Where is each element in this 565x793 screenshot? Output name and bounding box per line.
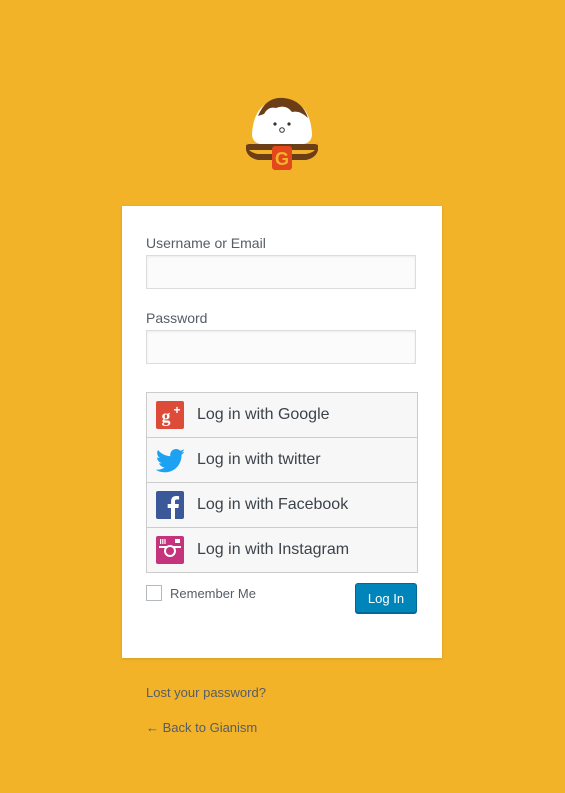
google-login-label: Log in with Google — [197, 406, 330, 423]
login-form-card: Username or Email Password g + Log in wi… — [122, 206, 442, 658]
svg-text:g: g — [162, 406, 171, 426]
twitter-login-button[interactable]: Log in with twitter — [146, 437, 418, 483]
twitter-login-label: Log in with twitter — [197, 451, 321, 468]
password-input[interactable] — [146, 330, 416, 364]
password-label: Password — [146, 310, 208, 326]
facebook-icon — [156, 491, 184, 519]
twitter-icon — [155, 446, 185, 474]
gianism-mascot-logo-icon: G — [246, 97, 318, 170]
google-plus-icon: g + — [156, 401, 184, 429]
google-login-button[interactable]: g + Log in with Google — [146, 392, 418, 438]
instagram-login-button[interactable]: Log in with Instagram — [146, 527, 418, 573]
remember-me-label[interactable]: Remember Me — [170, 586, 256, 601]
back-to-site-link[interactable]: ← Back to Gianism — [146, 720, 257, 735]
site-logo[interactable]: G — [244, 94, 320, 174]
instagram-login-label: Log in with Instagram — [197, 541, 350, 558]
facebook-login-label: Log in with Facebook — [197, 496, 349, 513]
svg-text:G: G — [275, 149, 289, 169]
svg-text:+: + — [173, 403, 180, 417]
login-submit-button[interactable]: Log In — [355, 583, 417, 613]
lost-password-link[interactable]: Lost your password? — [146, 685, 266, 700]
username-label: Username or Email — [146, 235, 266, 251]
facebook-login-button[interactable]: Log in with Facebook — [146, 482, 418, 528]
remember-me-checkbox[interactable] — [146, 585, 162, 601]
username-input[interactable] — [146, 255, 416, 289]
remember-me-row: Remember Me — [146, 585, 256, 601]
instagram-icon — [156, 536, 184, 564]
